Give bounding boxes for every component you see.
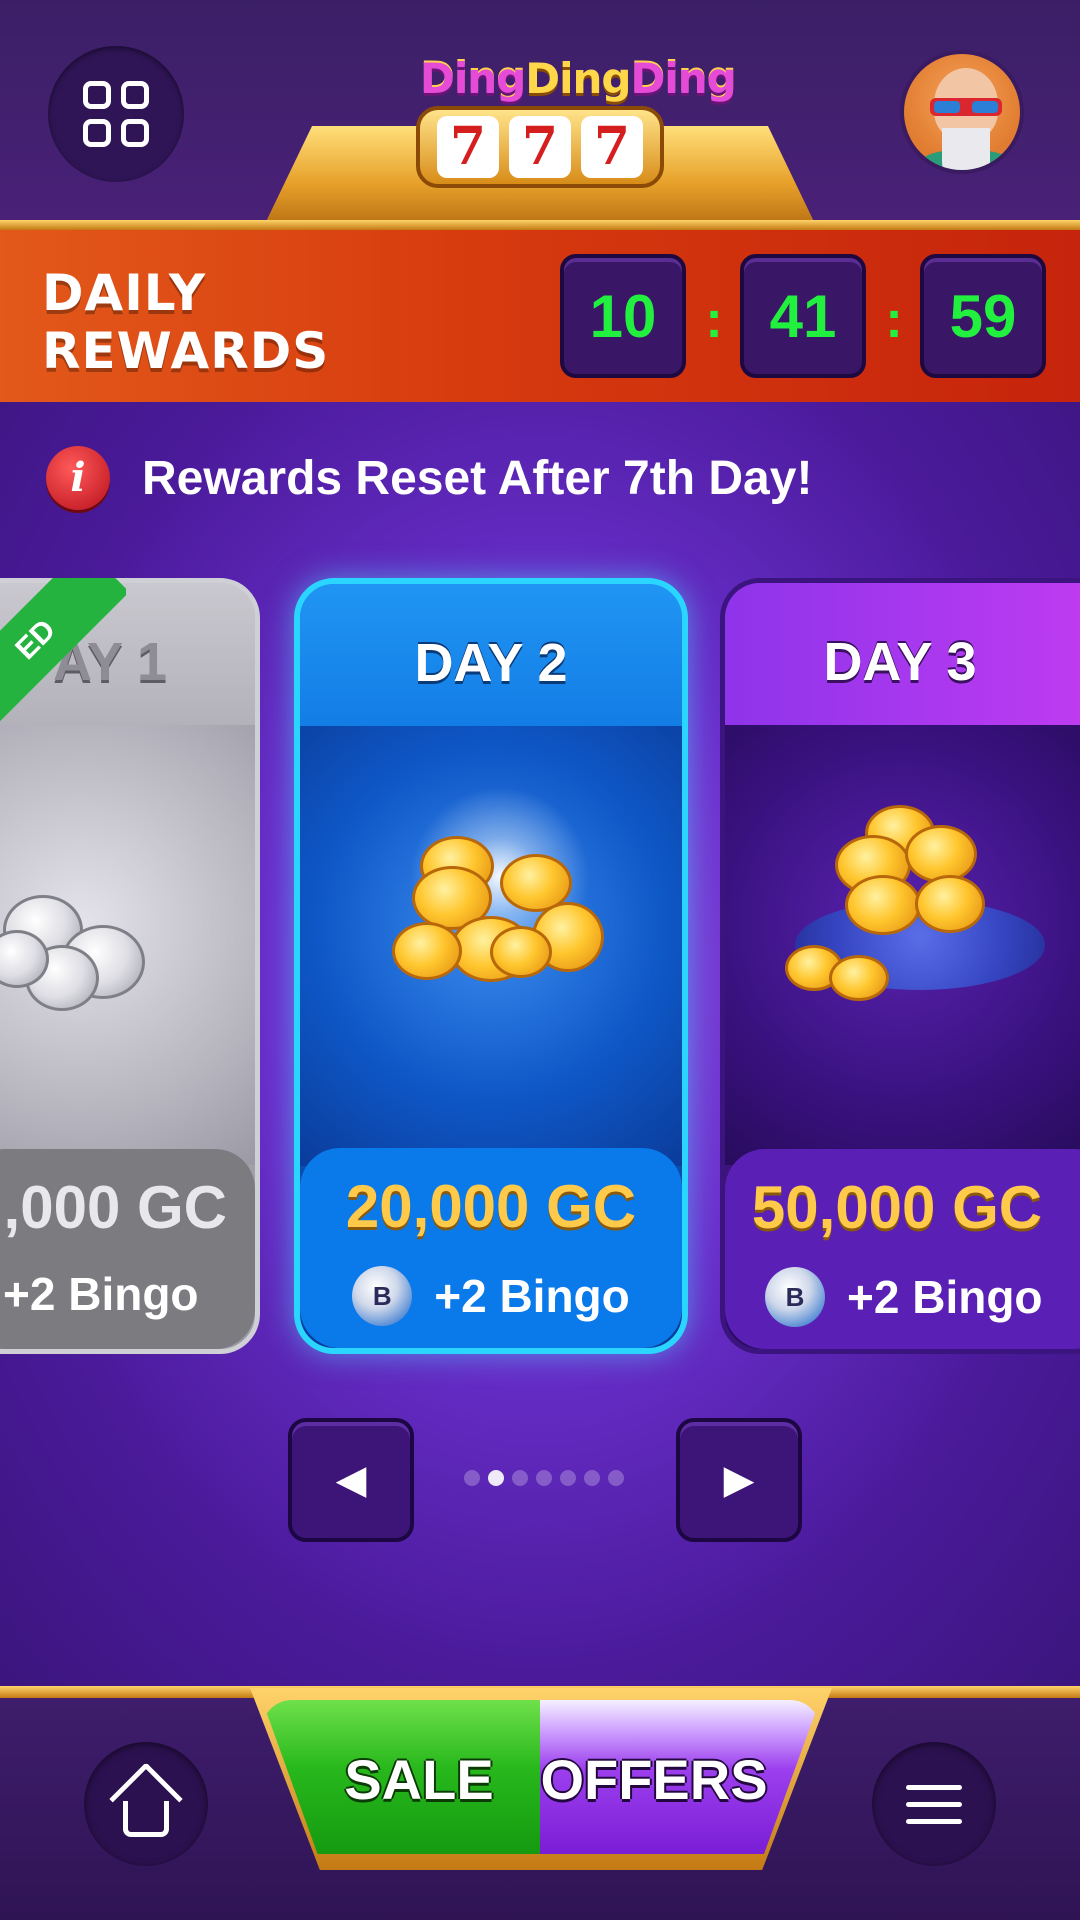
daily-rewards-title: DAILY REWARDS	[42, 264, 330, 380]
bingo-ball-icon: B	[765, 1267, 825, 1327]
logo-title: DingDingDing	[420, 54, 737, 103]
page-dot[interactable]	[608, 1470, 624, 1486]
daily-rewards-banner: DAILY REWARDS 10 : 41 : 59	[0, 230, 1080, 402]
reward-bingo: B +2 Bingo	[725, 1267, 1080, 1327]
app-logo: DingDingDing 7 7 7	[380, 30, 737, 190]
card-reward-footer: 20,000 GC B +2 Bingo	[300, 1148, 682, 1348]
card-day-label: DAY 3	[725, 583, 1080, 725]
silver-coins-art	[0, 725, 255, 1165]
card-reward-footer: 50,000 GC B +2 Bingo	[725, 1149, 1080, 1349]
hamburger-menu-icon	[906, 1784, 962, 1824]
page-dot[interactable]	[536, 1470, 552, 1486]
chevron-right-icon: ▶	[723, 1458, 755, 1502]
previous-day-button[interactable]: ◀	[288, 1418, 414, 1542]
gold-coins-art	[300, 726, 682, 1166]
gold-divider	[0, 220, 1080, 230]
menu-button[interactable]	[872, 1742, 996, 1866]
timer-separator: :	[705, 291, 723, 349]
timer-minutes: 41	[740, 254, 866, 378]
claimed-ribbon: ED	[0, 578, 126, 738]
page-dot[interactable]	[584, 1470, 600, 1486]
reward-amount: ,000 GC	[3, 1174, 227, 1241]
page-dot[interactable]	[560, 1470, 576, 1486]
lobby-grid-button[interactable]	[48, 46, 184, 182]
reward-bingo: B +2 Bingo	[300, 1266, 682, 1326]
profile-avatar[interactable]	[900, 50, 1024, 174]
page-dot[interactable]	[512, 1470, 528, 1486]
grid-icon	[83, 81, 149, 147]
info-icon[interactable]: i	[46, 446, 110, 510]
page-dot[interactable]	[488, 1470, 504, 1486]
reward-card-day-2[interactable]: DAY 2 20,000 GC B +2 Bingo	[294, 578, 688, 1354]
coins-on-pillow-art	[725, 725, 1080, 1165]
logo-reels: 7 7 7	[416, 106, 664, 188]
timer-separator: :	[885, 291, 903, 349]
home-button[interactable]	[84, 1742, 208, 1866]
chevron-left-icon: ◀	[335, 1458, 367, 1502]
home-icon	[109, 1762, 183, 1837]
reset-notice: i Rewards Reset After 7th Day!	[46, 446, 812, 510]
timer-seconds: 59	[920, 254, 1046, 378]
reward-bingo: +2 Bingo	[3, 1268, 199, 1320]
next-day-button[interactable]: ▶	[676, 1418, 802, 1542]
reset-notice-text: Rewards Reset After 7th Day!	[142, 451, 813, 505]
card-reward-footer: ,000 GC +2 Bingo	[0, 1149, 255, 1349]
reward-amount: 20,000 GC	[345, 1173, 637, 1240]
page-dot[interactable]	[464, 1470, 480, 1486]
bingo-ball-icon: B	[352, 1266, 413, 1326]
card-day-label: DAY 2	[300, 584, 682, 726]
reward-amount: 50,000 GC	[751, 1174, 1043, 1241]
reward-card-day-3[interactable]: DAY 3 50,000 GC B +2 Bingo	[720, 578, 1080, 1354]
page-indicator	[464, 1470, 624, 1486]
timer-hours: 10	[560, 254, 686, 378]
